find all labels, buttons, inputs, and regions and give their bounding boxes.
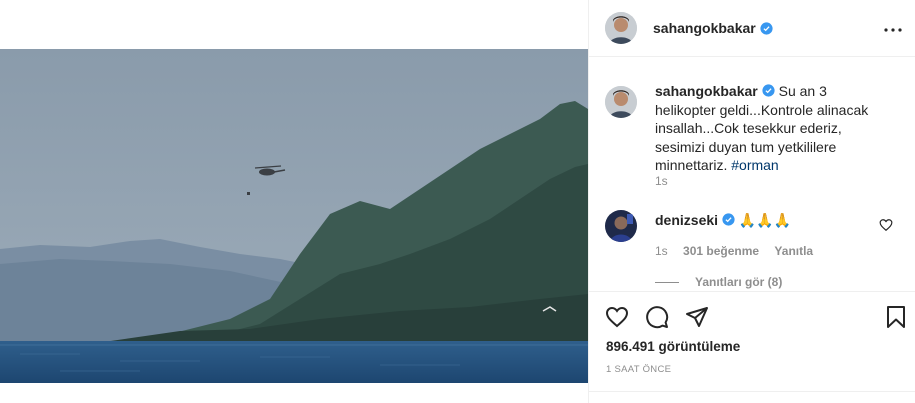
- caption-avatar[interactable]: [605, 86, 637, 118]
- caption-time[interactable]: 1s: [655, 174, 668, 188]
- author-avatar[interactable]: [605, 12, 637, 44]
- comment-icon[interactable]: [645, 305, 669, 329]
- comment-meta: 1s 301 beğenme Yanıtla: [655, 244, 825, 258]
- verified-badge-icon: [762, 84, 775, 97]
- post-timestamp[interactable]: 1 SAAT ÖNCE: [606, 364, 671, 375]
- view-replies-button[interactable]: Yanıtları gör (8): [655, 275, 782, 289]
- heart-icon[interactable]: [605, 305, 629, 329]
- comment-likes[interactable]: 301 beğenme: [683, 244, 759, 258]
- view-replies-label: Yanıtları gör (8): [695, 275, 783, 289]
- commenter-username[interactable]: denizseki: [655, 212, 718, 228]
- more-options-button[interactable]: [881, 18, 905, 42]
- verified-badge-icon: [722, 213, 735, 226]
- bookmark-icon[interactable]: [884, 305, 908, 329]
- reply-button[interactable]: Yanıtla: [774, 244, 813, 258]
- comment-like-icon[interactable]: [879, 218, 893, 232]
- video-player[interactable]: [0, 49, 588, 383]
- view-count[interactable]: 896.491 görüntüleme: [606, 339, 740, 354]
- post-header: sahangokbakar: [589, 0, 915, 57]
- caption-username[interactable]: sahangokbakar: [655, 83, 758, 99]
- caption-text: sahangokbakar Su an 3 helikopter geldi..…: [655, 82, 880, 175]
- comment-time[interactable]: 1s: [655, 244, 668, 258]
- comment-body: 🙏🙏🙏: [738, 212, 792, 228]
- video-frame: [0, 49, 588, 383]
- verified-badge-icon: [760, 21, 773, 35]
- action-bar: [589, 291, 915, 341]
- hashtag-link[interactable]: #orman: [731, 157, 778, 173]
- send-icon[interactable]: [685, 305, 709, 329]
- post-media: [0, 0, 588, 403]
- comment-text: denizseki 🙏🙏🙏: [655, 211, 880, 230]
- more-horizontal-icon: [884, 28, 902, 32]
- replies-divider: [655, 281, 679, 283]
- comments-section: sahangokbakar Su an 3 helikopter geldi..…: [589, 73, 915, 290]
- header-username[interactable]: sahangokbakar: [653, 20, 756, 36]
- comment-input-area: [589, 391, 915, 403]
- commenter-avatar[interactable]: [605, 210, 637, 242]
- caption-meta: 1s: [655, 174, 680, 188]
- post-panel: sahangokbakar sahangokbakar Su an 3 heli…: [588, 0, 915, 403]
